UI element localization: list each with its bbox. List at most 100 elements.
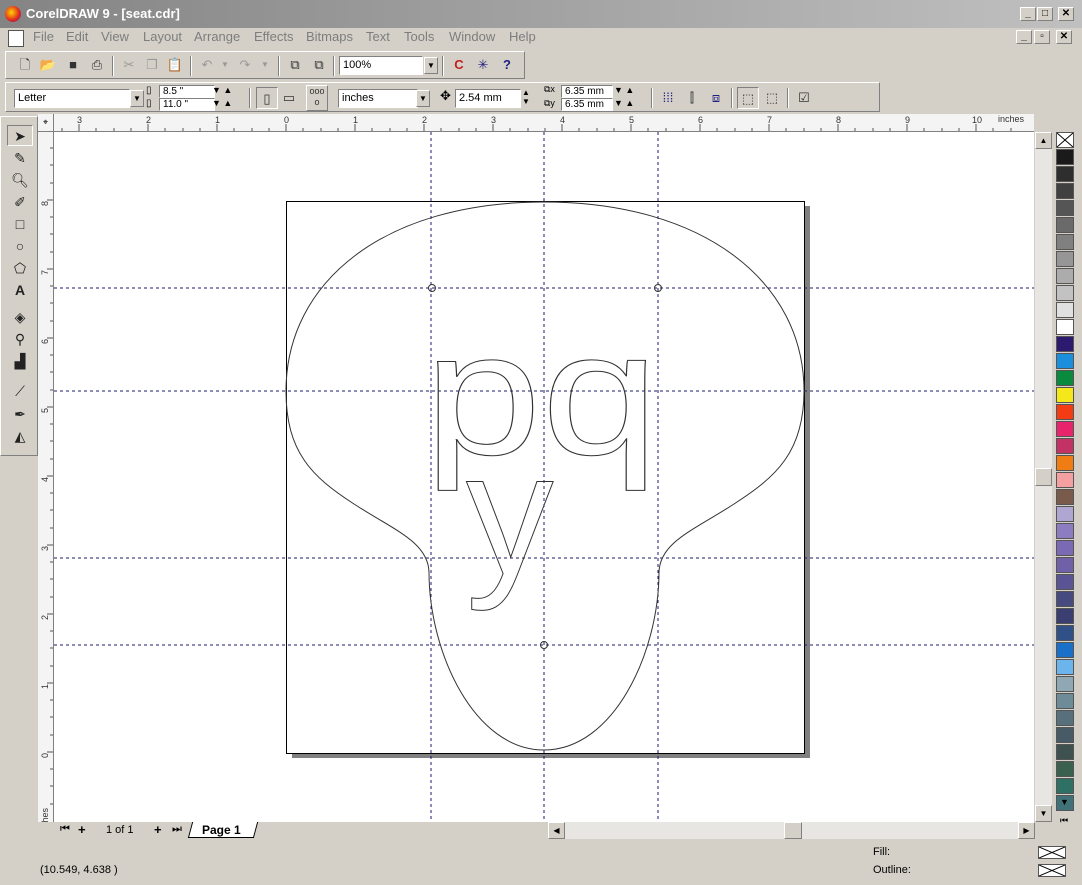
menu-view[interactable]: View	[99, 28, 131, 49]
width-spin-icon[interactable]: ▼ ▲	[212, 85, 232, 96]
color-swatch[interactable]	[1056, 659, 1074, 675]
landscape-button[interactable]: ▭	[278, 87, 300, 109]
portrait-button[interactable]: ▯	[256, 87, 278, 109]
export-icon[interactable]: ⧉	[308, 54, 330, 76]
color-swatch[interactable]	[1056, 455, 1074, 471]
scroll-right-button[interactable]: ▶	[1018, 822, 1035, 839]
color-swatch[interactable]	[1056, 489, 1074, 505]
options-icon[interactable]: ☑	[793, 87, 815, 109]
palette-scroll-down-icon[interactable]: ▼	[1060, 797, 1069, 807]
nudge-field[interactable]: 2.54 mm	[455, 89, 521, 108]
paper-size-select[interactable]: Letter	[14, 89, 130, 108]
polygon-tool-icon[interactable]: ⬠	[7, 258, 33, 279]
color-swatch[interactable]	[1056, 761, 1074, 777]
rectangle-tool-icon[interactable]: □	[7, 214, 33, 235]
menu-effects[interactable]: Effects	[252, 28, 296, 49]
text-tool-icon[interactable]: A	[7, 280, 33, 301]
color-swatch[interactable]	[1056, 744, 1074, 760]
interactive-fill-tool-icon[interactable]: ◈	[7, 307, 33, 328]
drawing-canvas[interactable]: pq y	[54, 132, 1034, 822]
first-page-icon[interactable]: ⏮	[60, 823, 70, 836]
horizontal-scrollbar[interactable]: ◀ ▶	[548, 822, 1035, 839]
dup-y-spin-icon[interactable]: ▼ ▲	[614, 98, 634, 109]
treat-as-filled-icon[interactable]: ⬚	[737, 87, 759, 109]
color-swatch[interactable]	[1056, 234, 1074, 250]
chevron-down-icon[interactable]: ▼	[424, 57, 438, 74]
corel-tutor-icon[interactable]: ✳	[472, 54, 494, 76]
zoom-tool-icon[interactable]: 🔍︎	[7, 170, 33, 191]
ruler-origin[interactable]: ⌖	[38, 114, 54, 132]
color-swatch[interactable]	[1056, 625, 1074, 641]
redo-icon[interactable]: ↷	[234, 54, 256, 76]
facing-pages-button[interactable]: ooo o	[306, 85, 328, 111]
close-button[interactable]: ✕	[1058, 7, 1074, 21]
snap-to-guidelines-icon[interactable]: ⫿	[681, 87, 703, 109]
ellipse-tool-icon[interactable]: ○	[7, 236, 33, 257]
interactive-transparency-tool-icon[interactable]: ⚲	[7, 329, 33, 350]
menu-edit[interactable]: Edit	[64, 28, 90, 49]
snap-to-grid-icon[interactable]: ⁞⁞⁞	[657, 87, 679, 109]
eyedropper-tool-icon[interactable]: ⟋	[7, 381, 33, 402]
color-swatch[interactable]	[1056, 693, 1074, 709]
add-page-after-icon[interactable]: +	[154, 822, 162, 837]
color-swatch[interactable]	[1056, 727, 1074, 743]
document-icon[interactable]	[8, 30, 24, 47]
horizontal-ruler[interactable]: 3 2 1 0 1 2 3 4 5 6 7 8 9 10 inches	[54, 114, 1034, 132]
no-color-swatch[interactable]	[1056, 132, 1074, 148]
scroll-left-button[interactable]: ◀	[548, 822, 565, 839]
shape-tool-icon[interactable]: ✎	[7, 148, 33, 169]
pick-tool-icon[interactable]: ➤	[7, 125, 33, 146]
color-swatch[interactable]	[1056, 710, 1074, 726]
cut-icon[interactable]: ✂	[118, 54, 140, 76]
nudge-spin-icon[interactable]: ▲ ▼	[522, 88, 530, 106]
palette-end-icon[interactable]: ⏮	[1060, 815, 1068, 826]
units-select[interactable]: inches	[338, 89, 418, 108]
color-swatch[interactable]	[1056, 591, 1074, 607]
scroll-thumb[interactable]	[1035, 468, 1052, 486]
color-swatch[interactable]	[1056, 302, 1074, 318]
zoom-select[interactable]: 100%	[339, 56, 423, 75]
fill-tool-icon[interactable]: ◭	[7, 426, 33, 447]
menu-tools[interactable]: Tools	[402, 28, 436, 49]
color-swatch[interactable]	[1056, 336, 1074, 352]
hscroll-thumb[interactable]	[784, 822, 802, 839]
whats-this-icon[interactable]: ?	[496, 54, 518, 76]
color-swatch[interactable]	[1056, 438, 1074, 454]
color-swatch[interactable]	[1056, 183, 1074, 199]
menu-text[interactable]: Text	[364, 28, 392, 49]
color-swatch[interactable]	[1056, 149, 1074, 165]
last-page-icon[interactable]: ⏭	[172, 823, 182, 836]
color-swatch[interactable]	[1056, 523, 1074, 539]
interactive-blend-tool-icon[interactable]: ▟	[7, 351, 33, 372]
chevron-down-icon[interactable]: ▼	[130, 90, 144, 107]
color-swatch[interactable]	[1056, 404, 1074, 420]
color-swatch[interactable]	[1056, 676, 1074, 692]
doc-close-button[interactable]: ✕	[1056, 30, 1072, 44]
color-swatch[interactable]	[1056, 166, 1074, 182]
draw-objects-selected-icon[interactable]: ⬚	[761, 87, 783, 109]
import-icon[interactable]: ⧉	[284, 54, 306, 76]
snap-to-objects-icon[interactable]: ⧈	[705, 87, 727, 109]
color-swatch[interactable]	[1056, 540, 1074, 556]
duplicate-x-field[interactable]: 6.35 mm	[561, 85, 613, 98]
freehand-tool-icon[interactable]: ✐	[7, 192, 33, 213]
open-icon[interactable]: 📂	[37, 54, 59, 76]
color-swatch[interactable]	[1056, 506, 1074, 522]
page-width-field[interactable]: 8.5 "	[159, 85, 215, 98]
save-icon[interactable]: ■	[62, 54, 84, 76]
dup-x-spin-icon[interactable]: ▼ ▲	[614, 85, 634, 96]
copy-icon[interactable]: ❐	[141, 54, 163, 76]
doc-restore-button[interactable]: ▫	[1034, 30, 1050, 44]
color-swatch[interactable]	[1056, 472, 1074, 488]
redo-list-icon[interactable]: ▼	[254, 54, 276, 76]
color-swatch[interactable]	[1056, 387, 1074, 403]
color-swatch[interactable]	[1056, 778, 1074, 794]
print-icon[interactable]: ⎙	[86, 54, 108, 76]
menu-layout[interactable]: Layout	[141, 28, 184, 49]
color-swatch[interactable]	[1056, 557, 1074, 573]
duplicate-y-field[interactable]: 6.35 mm	[561, 98, 613, 111]
app-icon[interactable]	[5, 6, 21, 22]
color-swatch[interactable]	[1056, 370, 1074, 386]
color-swatch[interactable]	[1056, 268, 1074, 284]
menu-help[interactable]: Help	[507, 28, 538, 49]
